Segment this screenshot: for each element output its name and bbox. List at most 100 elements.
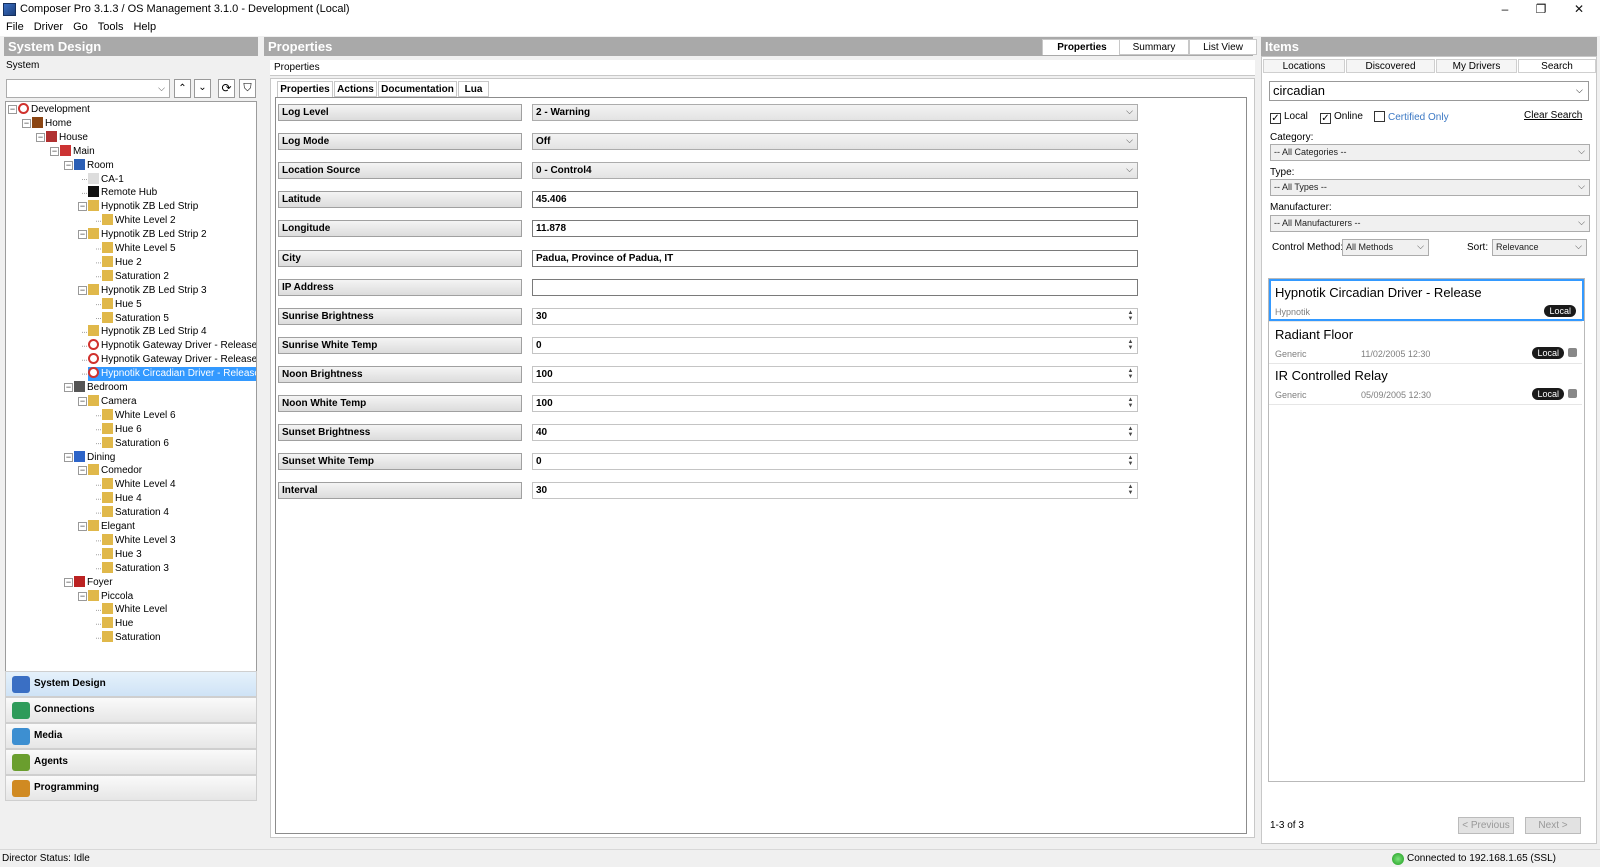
move-down-button[interactable]: ⌄ bbox=[194, 79, 211, 98]
view-tab-summary[interactable]: Summary bbox=[1119, 39, 1189, 55]
tree-node[interactable]: Hypnotik ZB Led Strip bbox=[88, 200, 198, 214]
search-input[interactable]: circadian bbox=[1269, 81, 1589, 101]
tree-node[interactable]: Hypnotik Circadian Driver - Release bbox=[88, 367, 256, 382]
sunset-white-temp-spinner[interactable]: 0 ▲ ▼ bbox=[532, 453, 1138, 471]
tree-node[interactable]: Room bbox=[74, 158, 114, 173]
tree-node[interactable]: Hypnotik Gateway Driver - Release bbox=[88, 339, 256, 353]
tree-node[interactable]: White Level bbox=[102, 603, 167, 617]
move-up-button[interactable]: ⌃ bbox=[174, 79, 191, 98]
collapse-icon[interactable]: − bbox=[36, 132, 45, 142]
sort-select[interactable]: Relevance ⌵ bbox=[1492, 239, 1587, 256]
collapse-icon[interactable]: − bbox=[64, 452, 73, 462]
local-checkbox[interactable]: ✓ Local bbox=[1270, 111, 1308, 124]
refresh-button[interactable]: ⟳ bbox=[218, 79, 235, 98]
menu-file[interactable]: File bbox=[0, 19, 28, 33]
tree-node[interactable]: Saturation 6 bbox=[102, 436, 169, 451]
nav-programming-button[interactable]: Programming bbox=[5, 775, 257, 801]
collapse-icon[interactable]: − bbox=[78, 285, 87, 295]
spinner-arrows-icon[interactable]: ▲ ▼ bbox=[1126, 368, 1135, 381]
sub-tab-properties[interactable]: Properties bbox=[277, 81, 333, 97]
tree-node[interactable]: Hue 5 bbox=[102, 297, 142, 312]
tree-node[interactable]: Development bbox=[18, 103, 90, 117]
online-checkbox[interactable]: ✓ Online bbox=[1320, 111, 1363, 124]
sunrise-white-temp-spinner[interactable]: 0 ▲ ▼ bbox=[532, 336, 1138, 354]
close-button[interactable]: ✕ bbox=[1562, 0, 1596, 19]
tree-node[interactable]: Saturation 2 bbox=[102, 269, 169, 284]
tree-node[interactable]: Hypnotik Gateway Driver - Release 2 bbox=[88, 353, 256, 367]
tree-node[interactable]: Saturation 5 bbox=[102, 311, 169, 326]
collapse-icon[interactable]: − bbox=[8, 105, 17, 114]
type-select[interactable]: -- All Types -- ⌵ bbox=[1270, 179, 1590, 196]
items-tab-search[interactable]: Search bbox=[1518, 59, 1596, 73]
system-search-combo[interactable]: ⌵ bbox=[6, 79, 170, 98]
tree-node[interactable]: Piccola bbox=[88, 589, 133, 604]
items-tab-locations[interactable]: Locations bbox=[1263, 59, 1345, 73]
tree-node[interactable]: Foyer bbox=[74, 575, 113, 590]
result-item[interactable]: IR Controlled Relay Generic 05/09/2005 12:… bbox=[1269, 364, 1582, 405]
maximize-button[interactable]: ❐ bbox=[1524, 0, 1558, 19]
tree-node[interactable]: White Level 5 bbox=[102, 242, 176, 256]
tree-node[interactable]: White Level 6 bbox=[102, 408, 176, 423]
spinner-arrows-icon[interactable]: ▲ ▼ bbox=[1126, 310, 1135, 323]
menu-driver[interactable]: Driver bbox=[28, 19, 67, 33]
collapse-icon[interactable]: − bbox=[78, 396, 87, 406]
tree-node[interactable]: CA-1 bbox=[88, 172, 124, 187]
tree-node[interactable]: Saturation 3 bbox=[102, 561, 169, 576]
tree-node[interactable]: Comedor bbox=[88, 464, 142, 478]
filter-button[interactable]: ⛉ bbox=[239, 79, 256, 98]
view-tab-properties[interactable]: Properties bbox=[1042, 39, 1122, 55]
collapse-icon[interactable]: − bbox=[64, 160, 73, 170]
next-page-button[interactable]: Next > bbox=[1525, 817, 1581, 834]
tree-node[interactable]: Hue bbox=[102, 617, 133, 631]
collapse-icon[interactable]: − bbox=[78, 591, 87, 601]
tree-node[interactable]: Hue 3 bbox=[102, 547, 142, 562]
result-item[interactable]: Hypnotik Circadian Driver - Release Hypno… bbox=[1269, 281, 1582, 322]
collapse-icon[interactable]: − bbox=[78, 230, 87, 240]
category-select[interactable]: -- All Categories -- ⌵ bbox=[1270, 144, 1590, 161]
nav-system-design-button[interactable]: System Design bbox=[5, 671, 257, 697]
tree-node[interactable]: Saturation 4 bbox=[102, 506, 169, 520]
items-tab-my-drivers[interactable]: My Drivers bbox=[1436, 59, 1517, 73]
tree-node[interactable]: Dining bbox=[74, 450, 115, 465]
tree-node[interactable]: White Level 3 bbox=[102, 533, 176, 548]
minimize-button[interactable]: – bbox=[1488, 0, 1522, 19]
ip-address-input[interactable] bbox=[532, 278, 1138, 296]
collapse-icon[interactable]: − bbox=[22, 118, 31, 128]
tree-node[interactable]: White Level 2 bbox=[102, 214, 176, 228]
collapse-icon[interactable]: − bbox=[64, 577, 73, 587]
tree-node[interactable]: Home bbox=[32, 116, 72, 131]
collapse-icon[interactable]: − bbox=[50, 146, 59, 156]
tree-node[interactable]: Camera bbox=[88, 394, 137, 409]
tree-node[interactable]: Hue 6 bbox=[102, 422, 142, 437]
collapse-icon[interactable]: − bbox=[64, 383, 73, 392]
noon-brightness-spinner[interactable]: 100 ▲ ▼ bbox=[532, 365, 1138, 383]
sub-tab-actions[interactable]: Actions bbox=[334, 81, 377, 97]
nav-media-button[interactable]: Media bbox=[5, 723, 257, 749]
manufacturer-select[interactable]: -- All Manufacturers -- ⌵ bbox=[1270, 215, 1590, 232]
clear-search-link[interactable]: Clear Search bbox=[1524, 110, 1582, 121]
menu-tools[interactable]: Tools bbox=[92, 19, 128, 33]
nav-connections-button[interactable]: Connections bbox=[5, 697, 257, 723]
longitude-input[interactable]: 11.878 bbox=[532, 220, 1138, 238]
interval-spinner[interactable]: 30 ▲ ▼ bbox=[532, 482, 1138, 500]
tree-node[interactable]: White Level 4 bbox=[102, 478, 176, 492]
log-mode-select[interactable]: Off ⌵ bbox=[532, 133, 1138, 151]
log-level-select[interactable]: 2 - Warning ⌵ bbox=[532, 104, 1138, 121]
tree-node[interactable]: Elegant bbox=[88, 520, 135, 534]
result-item[interactable]: Radiant Floor Generic 11/02/2005 12:30 Loca… bbox=[1269, 323, 1582, 364]
sunrise-brightness-spinner[interactable]: 30 ▲ ▼ bbox=[532, 307, 1138, 325]
tree-node[interactable]: Hue 2 bbox=[102, 255, 142, 270]
nav-agents-button[interactable]: Agents bbox=[5, 749, 257, 775]
tree-node[interactable]: Main bbox=[60, 144, 95, 159]
menu-help[interactable]: Help bbox=[127, 19, 160, 33]
items-tab-discovered[interactable]: Discovered bbox=[1346, 59, 1435, 73]
spinner-arrows-icon[interactable]: ▲ ▼ bbox=[1126, 339, 1135, 352]
tree-node[interactable]: Hypnotik ZB Led Strip 4 bbox=[88, 325, 207, 339]
city-input[interactable]: Padua, Province of Padua, IT bbox=[532, 249, 1138, 267]
sunset-brightness-spinner[interactable]: 40 ▲ ▼ bbox=[532, 424, 1138, 442]
tree-node[interactable]: Hypnotik ZB Led Strip 3 bbox=[88, 283, 207, 298]
certified-only-checkbox[interactable]: Certified Only bbox=[1374, 111, 1449, 123]
tree-node[interactable]: Remote Hub bbox=[88, 186, 157, 200]
spinner-arrows-icon[interactable]: ▲ ▼ bbox=[1126, 397, 1135, 410]
tree-node[interactable]: Hypnotik ZB Led Strip 2 bbox=[88, 228, 207, 242]
